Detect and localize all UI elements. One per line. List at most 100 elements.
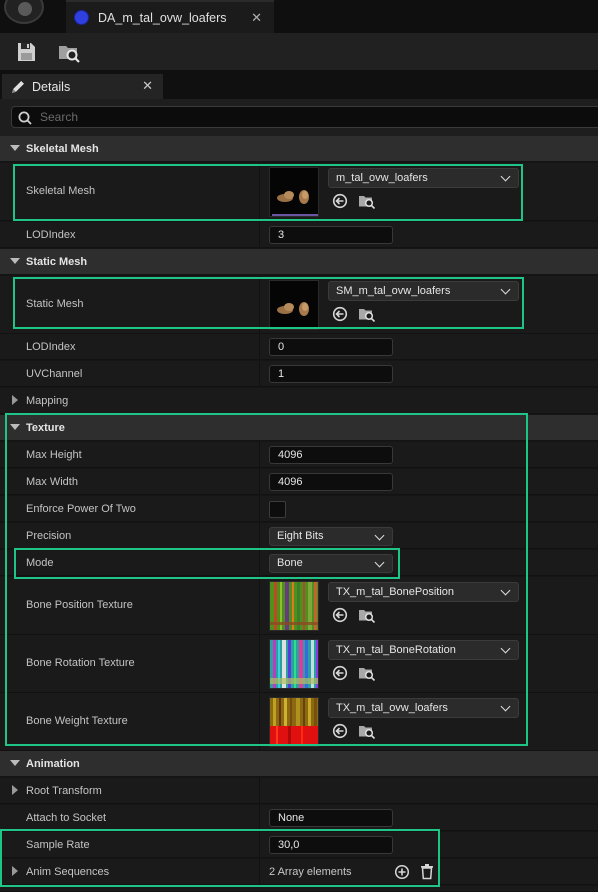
property-uvchannel: UVChannel 1 [0,361,598,387]
bone-rotation-combo[interactable]: TX_m_tal_BoneRotation [328,640,519,660]
combo-value: Bone [277,557,303,569]
use-selected-icon[interactable] [332,193,348,209]
section-animation[interactable]: Animation [0,751,598,777]
property-bone-weight-texture: Bone Weight Texture TX_m_tal_ovw_loafers [0,693,598,751]
section-title: Animation [26,758,80,770]
expand-arrow-icon[interactable] [12,395,18,405]
asset-tab-title: DA_m_tal_ovw_loafers [98,10,227,25]
search-area [0,99,598,136]
precision-combo[interactable]: Eight Bits [269,527,393,546]
property-label: Bone Rotation Texture [26,657,135,669]
max-width-input[interactable]: 4096 [269,473,393,491]
data-asset-icon [75,11,88,24]
close-details-icon[interactable]: ✕ [142,78,153,94]
pencil-icon [12,80,24,93]
expand-arrow-icon [10,424,20,430]
sample-rate-input[interactable]: 30,0 [269,836,393,854]
property-label: Mode [26,557,54,569]
bone-weight-combo[interactable]: TX_m_tal_ovw_loafers [328,698,519,718]
enforce-power-of-two-checkbox[interactable] [269,501,286,518]
property-static-mesh: Static Mesh SM_m_tal_ovw_loafers [0,276,598,334]
static-mesh-thumbnail[interactable] [269,280,319,330]
browse-folder-icon[interactable] [358,306,376,322]
browse-folder-icon[interactable] [358,193,376,209]
chevron-down-icon [500,171,511,182]
use-selected-icon[interactable] [332,665,348,681]
bone-weight-thumbnail[interactable] [269,697,319,747]
lodindex-input[interactable]: 0 [269,338,393,356]
property-label: Attach to Socket [26,812,107,824]
chevron-down-icon [374,557,385,568]
property-precision: Precision Eight Bits [0,523,598,549]
property-label: Anim Sequences [26,866,110,878]
property-label: Bone Weight Texture [26,715,128,727]
static-mesh-combo[interactable]: SM_m_tal_ovw_loafers [328,281,519,301]
property-label: Root Transform [26,785,102,797]
use-selected-icon[interactable] [332,306,348,322]
use-selected-icon[interactable] [332,607,348,623]
array-count: 2 Array elements [269,866,352,878]
search-icon [18,111,32,125]
section-mapping[interactable]: Mapping [0,388,598,414]
expand-arrow-icon [10,760,20,766]
skeletal-mesh-combo[interactable]: m_tal_ovw_loafers [328,168,519,188]
search-input[interactable] [40,109,440,125]
bottom-filler [0,886,598,892]
browse-to-asset-button[interactable] [57,40,81,64]
details-tab[interactable]: Details ✕ [2,74,163,99]
add-element-icon[interactable] [394,864,410,880]
lodindex-input[interactable]: 3 [269,226,393,244]
bone-rotation-thumbnail[interactable] [269,639,319,689]
save-button[interactable] [14,40,38,64]
browse-folder-icon[interactable] [358,607,376,623]
property-label: UVChannel [26,368,83,380]
property-label: Sample Rate [26,839,90,851]
close-tab-icon[interactable]: ✕ [251,10,262,26]
section-static-mesh[interactable]: Static Mesh [0,249,598,275]
texture-preview-icon [270,582,318,630]
loafer-shoe-icon [272,190,318,216]
expand-arrow-icon[interactable] [12,866,18,876]
property-attach-to-socket: Attach to Socket None [0,805,598,831]
combo-value: TX_m_tal_ovw_loafers [336,702,448,714]
search-box[interactable] [11,106,598,128]
property-bone-position-texture: Bone Position Texture TX_m_tal_BonePosit… [0,577,598,635]
save-icon [18,43,35,61]
use-selected-icon[interactable] [332,723,348,739]
asset-tab[interactable]: DA_m_tal_ovw_loafers ✕ [66,0,274,33]
property-label: Precision [26,530,72,542]
property-label: LODIndex [26,341,76,353]
trash-icon[interactable] [419,863,435,880]
property-anim-sequences: Anim Sequences 2 Array elements [0,859,598,885]
section-skeletal-mesh[interactable]: Skeletal Mesh [0,136,598,162]
property-max-width: Max Width 4096 [0,469,598,495]
attach-socket-input[interactable]: None [269,809,393,827]
mode-combo[interactable]: Bone [269,554,393,573]
expand-arrow-icon [10,145,20,151]
property-mode: Mode Bone [0,550,598,576]
section-title: Skeletal Mesh [26,143,99,155]
browse-folder-icon[interactable] [358,723,376,739]
property-skeletal-mesh: Skeletal Mesh m_tal_ovw_loafers [0,163,598,221]
property-label: LODIndex [26,229,76,241]
property-max-height: Max Height 4096 [0,442,598,468]
property-label: Skeletal Mesh [26,185,96,197]
combo-value: Eight Bits [277,530,324,542]
title-bar: DA_m_tal_ovw_loafers ✕ [0,0,598,33]
expand-arrow-icon[interactable] [12,785,18,795]
max-height-input[interactable]: 4096 [269,446,393,464]
texture-preview-icon [270,698,318,746]
property-label: Enforce Power Of Two [26,503,136,515]
skeletal-mesh-thumbnail[interactable] [269,167,319,217]
section-texture[interactable]: Texture [0,415,598,441]
browse-folder-icon[interactable] [358,665,376,681]
uvchannel-input[interactable]: 1 [269,365,393,383]
unreal-logo-icon[interactable] [4,0,44,24]
bone-position-thumbnail[interactable] [269,581,319,631]
property-lodindex: LODIndex 0 [0,334,598,360]
property-label: Bone Position Texture [26,599,133,611]
section-title: Mapping [26,395,69,407]
expand-arrow-icon [10,258,20,264]
chevron-down-icon [500,585,511,596]
bone-position-combo[interactable]: TX_m_tal_BonePosition [328,582,519,602]
